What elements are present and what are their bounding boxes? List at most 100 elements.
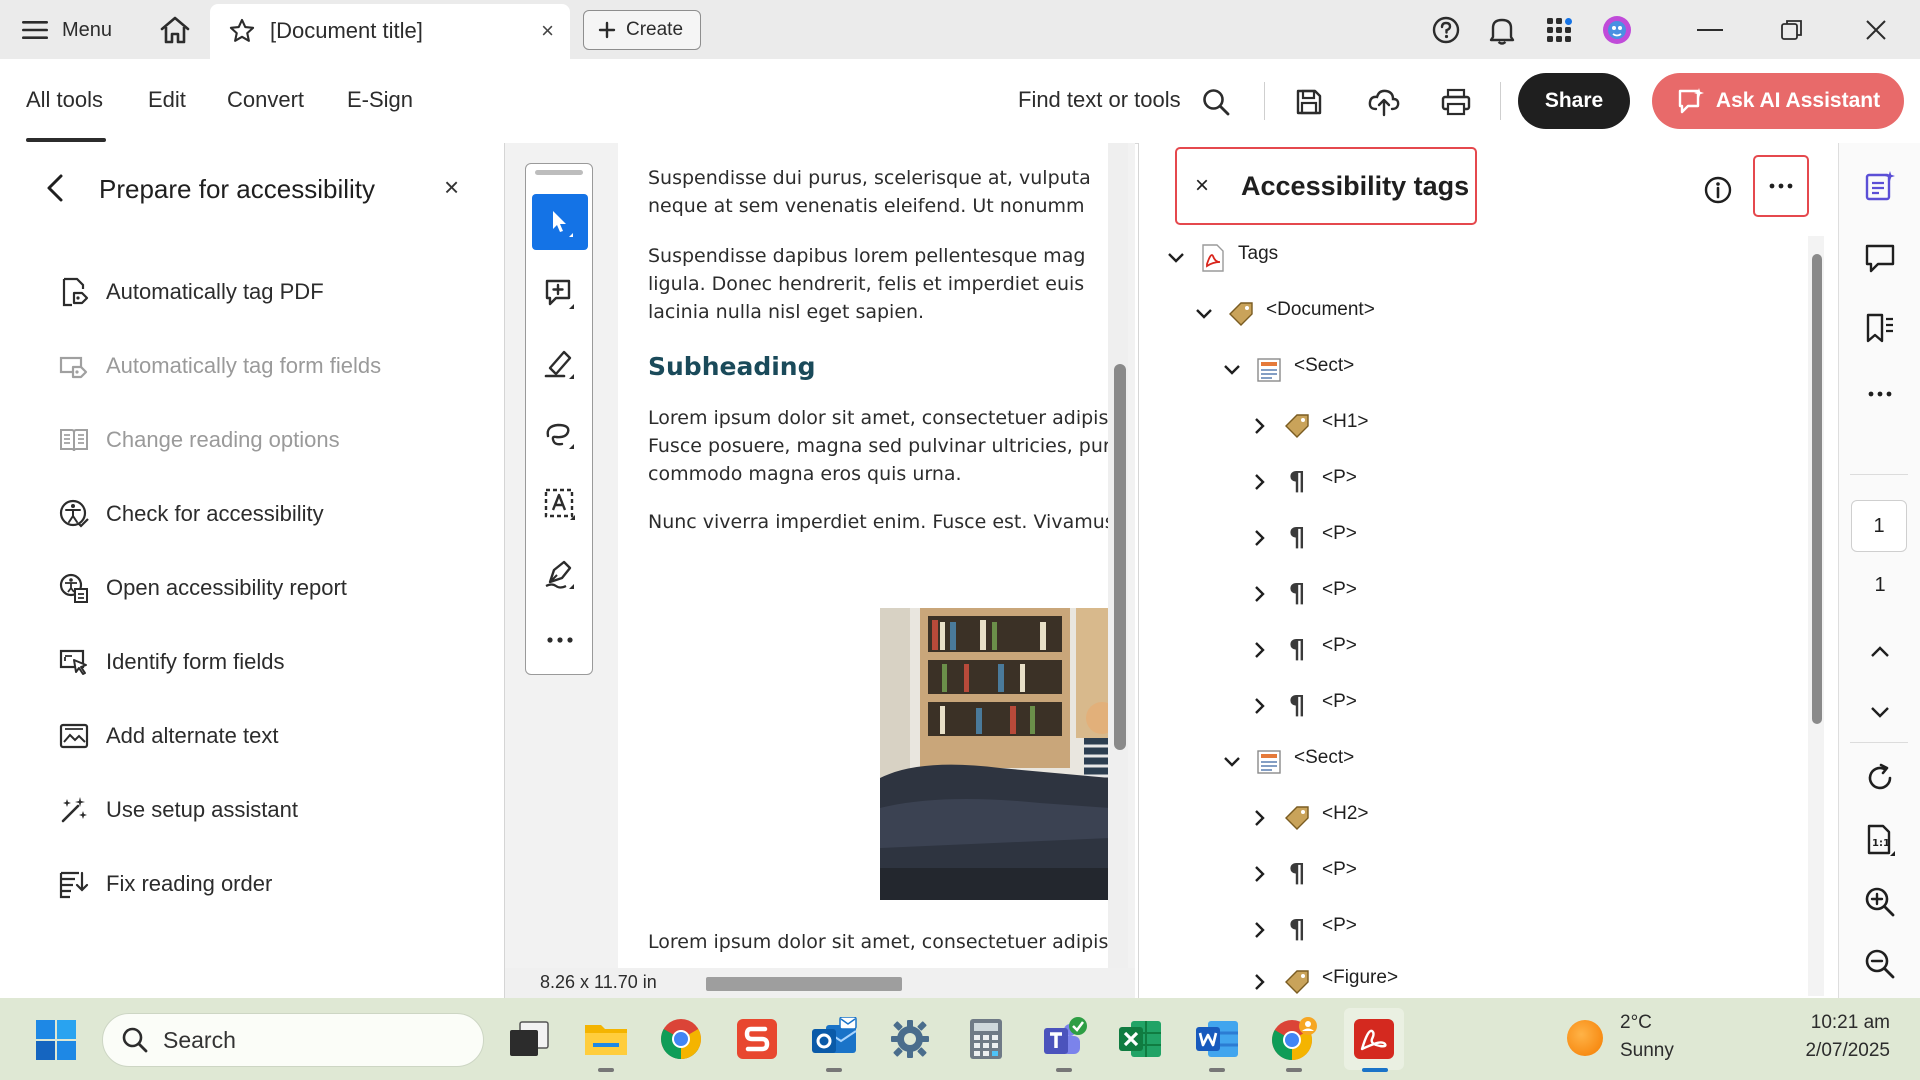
tab-edit[interactable]: Edit [148,87,186,113]
weather-description[interactable]: Sunny [1620,1040,1674,1062]
taskbar-app-word[interactable] [1191,1013,1243,1065]
next-page-button[interactable] [1858,690,1902,734]
tab-convert[interactable]: Convert [227,87,304,113]
chevron-right-icon[interactable] [1246,524,1274,552]
current-page-input[interactable]: 1 [1851,500,1907,552]
tree-node-p[interactable]: ¶ <P> [1246,574,1357,614]
add-comment-tool[interactable] [538,272,582,316]
actual-size-button[interactable]: 1:1 [1858,818,1902,862]
restore-button[interactable] [1772,12,1812,48]
close-window-button[interactable] [1856,12,1896,48]
more-options-button[interactable] [1858,372,1902,416]
upload-cloud-button[interactable] [1364,82,1404,122]
more-tools-button[interactable] [538,618,582,662]
find-search-button[interactable] [1196,82,1236,122]
change-reading-options-item[interactable]: Change reading options [58,420,340,460]
chevron-right-icon[interactable] [1246,916,1274,944]
clock-date[interactable]: 2/07/2025 [1790,1040,1890,1062]
tab-esign[interactable]: E-Sign [347,87,413,113]
taskbar-app-task-view[interactable] [503,1013,555,1065]
tags-scroll-thumb[interactable] [1812,254,1822,724]
create-button[interactable]: Create [583,10,701,50]
profile-avatar[interactable] [1597,12,1637,48]
info-button[interactable] [1700,172,1736,208]
notifications-button[interactable] [1482,12,1522,48]
ask-ai-assistant-button[interactable]: Ask AI Assistant [1652,73,1904,129]
apps-button[interactable] [1540,12,1580,48]
draw-tool[interactable] [538,412,582,456]
zoom-in-button[interactable] [1858,880,1902,924]
chevron-right-icon[interactable] [1246,692,1274,720]
tree-node-h1[interactable]: <H1> [1246,406,1368,446]
previous-page-button[interactable] [1858,630,1902,674]
taskbar-app-excel[interactable] [1114,1013,1166,1065]
sign-tool[interactable] [538,552,582,596]
tree-node-p[interactable]: ¶ <P> [1246,630,1357,670]
highlight-tool[interactable] [538,342,582,386]
chevron-down-icon[interactable] [1218,748,1246,776]
tree-node-p[interactable]: ¶ <P> [1246,854,1357,894]
chevron-right-icon[interactable] [1246,804,1274,832]
check-for-accessibility-item[interactable]: Check for accessibility [58,494,324,534]
chevron-right-icon[interactable] [1246,636,1274,664]
add-alternate-text-item[interactable]: Add alternate text [58,716,278,756]
taskbar-app-acrobat[interactable] [1344,1008,1404,1070]
select-tool-button[interactable] [532,194,588,250]
document-tab[interactable]: [Document title] × [210,4,570,59]
use-setup-assistant-item[interactable]: Use setup assistant [58,790,298,830]
automatically-tag-form-fields-item[interactable]: Automatically tag form fields [58,346,381,386]
tree-node-document[interactable]: <Document> [1190,294,1375,334]
tree-node-sect[interactable]: <Sect> [1218,350,1354,390]
comments-button[interactable] [1858,236,1902,280]
chevron-right-icon[interactable] [1246,860,1274,888]
text-box-tool[interactable] [538,482,582,526]
fix-reading-order-item[interactable]: Fix reading order [58,864,272,904]
chevron-down-icon[interactable] [1162,244,1190,272]
taskbar-app-chrome[interactable] [655,1013,707,1065]
start-button[interactable] [34,1018,78,1062]
tree-node-p[interactable]: ¶ <P> [1246,910,1357,950]
share-button[interactable]: Share [1518,73,1630,129]
print-button[interactable] [1436,82,1476,122]
vertical-scroll-thumb[interactable] [1114,364,1126,750]
taskbar-app-file-explorer[interactable] [580,1013,632,1065]
weather-temperature[interactable]: 2°C [1620,1012,1652,1034]
close-tags-panel-icon[interactable]: × [1195,172,1209,200]
taskbar-app-calculator[interactable] [960,1013,1012,1065]
tree-node-tags[interactable]: Tags [1162,238,1278,278]
chevron-right-icon[interactable] [1246,468,1274,496]
menu-button[interactable]: Menu [22,12,112,48]
taskbar-search[interactable]: Search [102,1013,484,1067]
help-button[interactable] [1426,12,1466,48]
open-accessibility-report-item[interactable]: Open accessibility report [58,568,347,608]
tree-node-h2[interactable]: <H2> [1246,798,1368,838]
zoom-out-button[interactable] [1858,942,1902,986]
taskbar-app-settings[interactable] [884,1013,936,1065]
tree-node-sect[interactable]: <Sect> [1218,742,1354,782]
clock-time[interactable]: 10:21 am [1790,1012,1890,1034]
save-button[interactable] [1289,82,1329,122]
close-panel-icon[interactable]: × [444,172,459,203]
tree-node-figure[interactable]: <Figure> [1246,966,1398,998]
tree-node-p[interactable]: ¶ <P> [1246,518,1357,558]
chevron-right-icon[interactable] [1246,968,1274,996]
identify-form-fields-item[interactable]: Identify form fields [58,642,285,682]
taskbar-app-teams[interactable] [1038,1013,1090,1065]
close-tab-icon[interactable]: × [541,18,554,44]
star-icon[interactable] [228,17,256,45]
minimize-button[interactable] [1690,12,1730,48]
sun-weather-icon[interactable] [1567,1020,1603,1056]
taskbar-app-outlook[interactable] [808,1013,860,1065]
chevron-down-icon[interactable] [1218,356,1246,384]
rotate-button[interactable] [1858,756,1902,800]
tab-all-tools[interactable]: All tools [26,87,103,113]
chevron-right-icon[interactable] [1246,412,1274,440]
taskbar-app-chrome-profile[interactable] [1268,1013,1320,1065]
rail-drag-handle[interactable] [535,170,583,175]
tree-node-p[interactable]: ¶ <P> [1246,462,1357,502]
home-button[interactable] [155,12,195,48]
automatically-tag-pdf-item[interactable]: Automatically tag PDF [58,272,324,312]
tree-node-p[interactable]: ¶ <P> [1246,686,1357,726]
find-text-label[interactable]: Find text or tools [1018,87,1181,113]
back-button[interactable] [40,170,70,206]
